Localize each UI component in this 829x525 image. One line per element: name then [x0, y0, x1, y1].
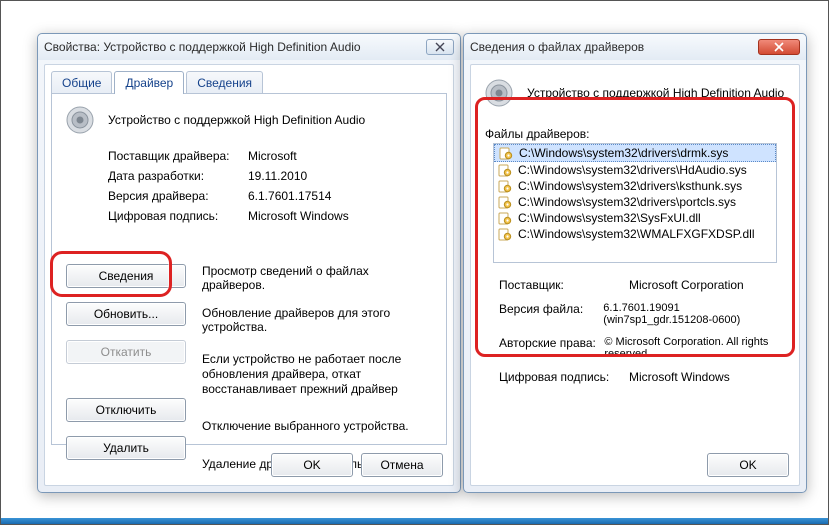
value-signature: Microsoft Windows — [629, 370, 730, 384]
disable-device-button[interactable]: Отключить — [66, 398, 186, 422]
file-path: C:\Windows\system32\WMALFXGFXDSP.dll — [518, 227, 755, 241]
file-path: C:\Windows\system32\SysFxUI.dll — [518, 211, 701, 225]
desc-rollback: Если устройство не работает после обновл… — [202, 348, 432, 400]
cancel-button[interactable]: Отмена — [361, 453, 443, 477]
device-name: Устройство с поддержкой High Definition … — [527, 86, 784, 100]
update-driver-button[interactable]: Обновить... — [66, 302, 186, 326]
file-path: C:\Windows\system32\drivers\drmk.sys — [519, 146, 728, 160]
ok-button[interactable]: OK — [707, 453, 789, 477]
file-path: C:\Windows\system32\drivers\portcls.sys — [518, 195, 736, 209]
value-file-vendor: Microsoft Corporation — [629, 278, 744, 292]
close-icon — [773, 42, 785, 52]
list-item[interactable]: C:\Windows\system32\drivers\portcls.sys — [494, 194, 776, 210]
file-gear-icon — [498, 163, 512, 177]
list-item[interactable]: C:\Windows\system32\SysFxUI.dll — [494, 210, 776, 226]
list-item[interactable]: C:\Windows\system32\drivers\HdAudio.sys — [494, 162, 776, 178]
label-date: Дата разработки: — [108, 169, 248, 183]
speaker-icon — [64, 104, 96, 136]
close-button[interactable] — [426, 39, 454, 55]
list-item[interactable]: C:\Windows\system32\WMALFXGFXDSP.dll — [494, 226, 776, 242]
desc-disable: Отключение выбранного устройства. — [202, 414, 432, 438]
desc-details: Просмотр сведений о файлах драйверов. — [202, 264, 432, 292]
uninstall-driver-button[interactable]: Удалить — [66, 436, 186, 460]
file-gear-icon — [498, 195, 512, 209]
label-signature: Цифровая подпись: — [499, 370, 629, 384]
device-name: Устройство с поддержкой High Definition … — [108, 113, 365, 127]
close-icon — [435, 42, 445, 52]
desc-update: Обновление драйверов для этого устройств… — [202, 306, 432, 334]
file-gear-icon — [499, 146, 513, 160]
file-gear-icon — [498, 227, 512, 241]
window-title: Сведения о файлах драйверов — [470, 40, 754, 54]
label-copyright: Авторские права: — [499, 336, 604, 360]
window-title: Свойства: Устройство с поддержкой High D… — [44, 40, 422, 54]
label-vendor: Поставщик драйвера: — [108, 149, 248, 163]
label-file-vendor: Поставщик: — [499, 278, 629, 292]
value-vendor: Microsoft — [248, 149, 297, 163]
file-path: C:\Windows\system32\drivers\HdAudio.sys — [518, 163, 747, 177]
ok-button[interactable]: OK — [271, 453, 353, 477]
tabstrip: Общие Драйвер Сведения — [51, 71, 265, 94]
file-gear-icon — [498, 211, 512, 225]
label-driver-files: Файлы драйверов: — [485, 127, 589, 141]
tab-driver[interactable]: Драйвер — [114, 71, 184, 94]
file-metadata: Поставщик:Microsoft Corporation Версия ф… — [499, 273, 777, 389]
driver-file-details-window: Сведения о файлах драйверов Устройство с… — [463, 33, 807, 493]
list-item[interactable]: C:\Windows\system32\drivers\drmk.sys — [494, 144, 776, 162]
driver-info: Поставщик драйвера:Microsoft Дата разраб… — [52, 144, 446, 234]
value-copyright: © Microsoft Corporation. All rights rese… — [604, 336, 777, 360]
device-properties-window: Свойства: Устройство с поддержкой High D… — [37, 33, 461, 493]
tab-panel-driver: Устройство с поддержкой High Definition … — [51, 93, 447, 445]
value-date: 19.11.2010 — [248, 169, 307, 183]
driver-details-button[interactable]: Сведения — [66, 264, 186, 288]
file-gear-icon — [498, 179, 512, 193]
value-file-version: 6.1.7601.19091 (win7sp1_gdr.151208-0600) — [603, 302, 777, 326]
tab-general[interactable]: Общие — [51, 71, 112, 94]
file-path: C:\Windows\system32\drivers\ksthunk.sys — [518, 179, 742, 193]
driver-files-list[interactable]: C:\Windows\system32\drivers\drmk.sys C:\… — [493, 143, 777, 263]
value-signature: Microsoft Windows — [248, 209, 349, 223]
speaker-icon — [483, 77, 515, 109]
rollback-driver-button: Откатить — [66, 340, 186, 364]
value-version: 6.1.7601.17514 — [248, 189, 331, 203]
tab-details[interactable]: Сведения — [186, 71, 263, 94]
label-version: Версия драйвера: — [108, 189, 248, 203]
label-signature: Цифровая подпись: — [108, 209, 248, 223]
close-button[interactable] — [758, 39, 800, 55]
list-item[interactable]: C:\Windows\system32\drivers\ksthunk.sys — [494, 178, 776, 194]
label-file-version: Версия файла: — [499, 302, 603, 326]
